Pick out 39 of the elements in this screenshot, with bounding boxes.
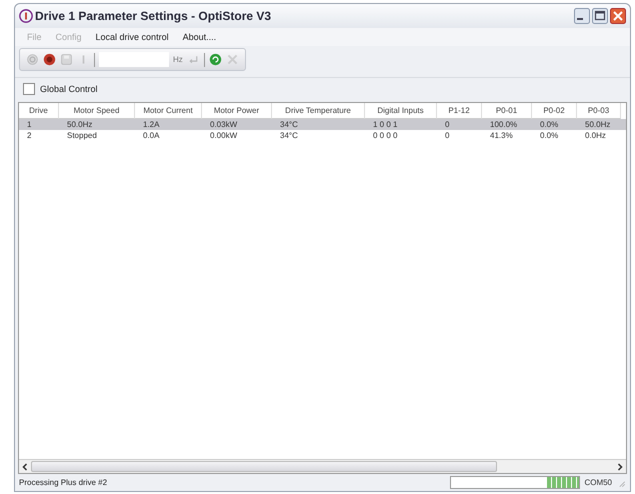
close-button[interactable] [610, 8, 626, 24]
table-cell-text: 34°C [279, 119, 299, 130]
table-cell-text: 1.2A [142, 119, 160, 130]
table-cell-text: 34°C [279, 130, 299, 141]
table-cell-text: 0.0A [142, 130, 160, 141]
table-cell-text: 0 0 0 0 [372, 130, 398, 141]
table-row[interactable]: 2 Stopped 0.0A 0.00kW 34°C 0 0 0 0 0 41.3% 0.0% 0.0Hz [19, 130, 626, 141]
table-row[interactable]: 1 50.0Hz 1.2A 0.03kW 34°C 1 0 0 1 0 100.0% 0.0% 50.0Hz [19, 119, 626, 130]
scroll-thumb[interactable] [31, 461, 498, 472]
table-cell-text: 2 [26, 130, 32, 141]
refresh-icon[interactable] [208, 53, 222, 66]
unit-label: Hz [173, 55, 183, 64]
menu-item[interactable]: Local drive control [96, 32, 169, 42]
table-cell-text: Stopped [66, 130, 98, 141]
port-label: COM50 [584, 478, 612, 487]
table-cell-text: 0.0% [539, 130, 560, 141]
stop-icon[interactable] [43, 53, 56, 66]
logo-icon [19, 9, 33, 23]
table-cell-text: 0.03kW [209, 119, 238, 130]
table-cell-text: 1 0 0 1 [372, 119, 398, 130]
horizontal-scrollbar[interactable] [19, 459, 626, 473]
table-cell-text: 100.0% [489, 119, 518, 130]
window-title: Drive 1 Parameter Settings - OptiStore V3 [35, 9, 272, 23]
table-cell-text: 0.0% [539, 119, 560, 130]
status-message: Processing Plus drive #2 [19, 478, 108, 487]
table-cell-text: 0 [444, 130, 450, 141]
menu-item[interactable]: About.... [182, 32, 216, 42]
table-cell-text: 0.0Hz [584, 130, 607, 141]
minimize-button[interactable] [574, 8, 590, 24]
checkbox[interactable] [23, 83, 35, 95]
table-cell-text: 1 [26, 119, 32, 130]
table-cell-text: 0.00kW [209, 130, 238, 141]
speed-input-field[interactable] [99, 52, 169, 67]
table-cell-text: 0 [444, 119, 450, 130]
maximize-button[interactable] [592, 8, 608, 24]
table-cell-text: 50.0Hz [66, 119, 94, 130]
checkbox-label: Global Control [40, 84, 98, 94]
table-cell-text: 41.3% [489, 130, 514, 141]
table-cell-text: 50.0Hz [584, 119, 612, 130]
